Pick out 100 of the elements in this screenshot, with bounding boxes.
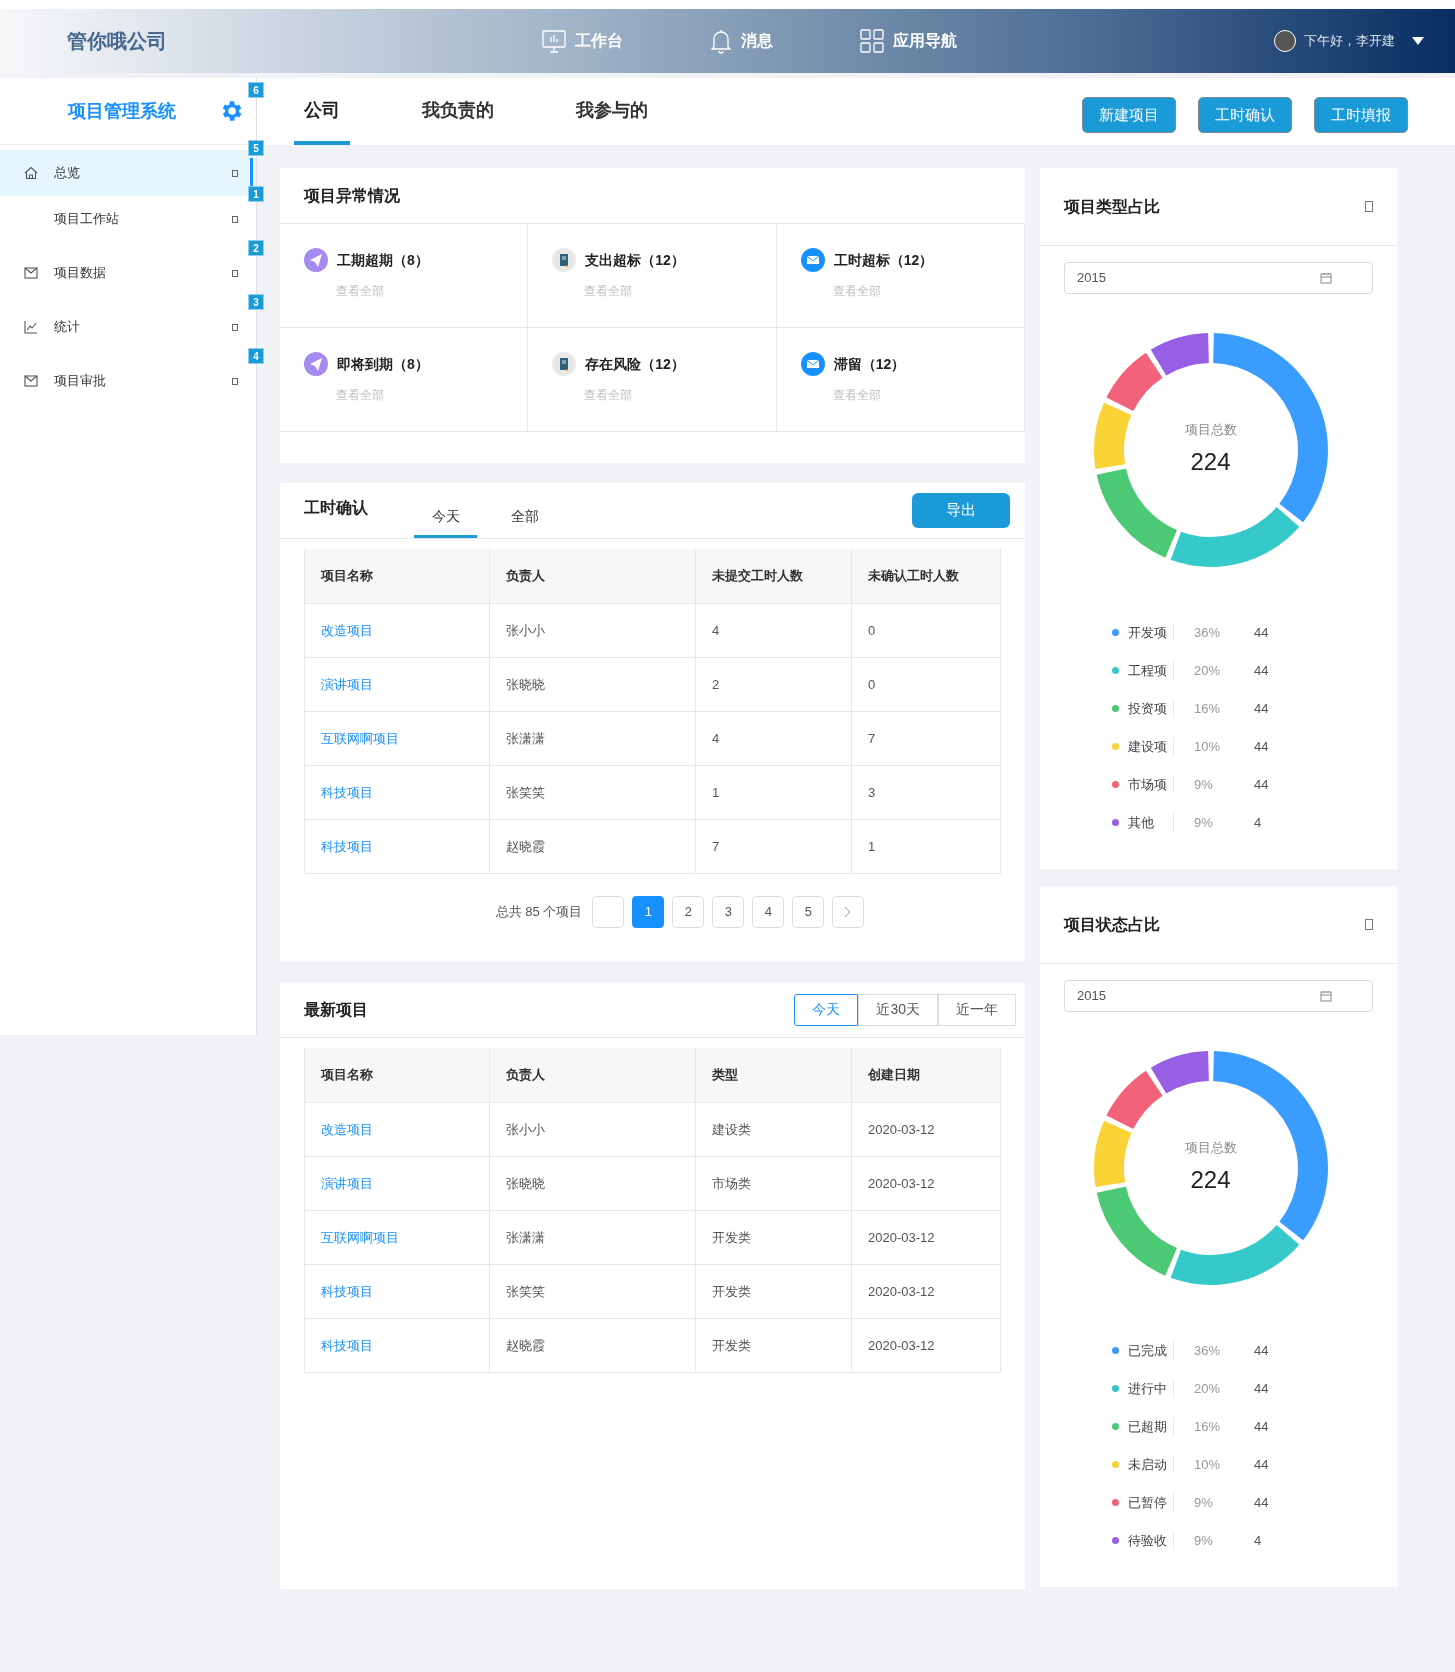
column-header: 类型 bbox=[696, 1048, 852, 1102]
legend-percent: 9% bbox=[1194, 1531, 1214, 1550]
book-icon bbox=[552, 352, 577, 376]
table-cell: 3 bbox=[852, 766, 1001, 819]
table-cell: 2020-03-12 bbox=[852, 1319, 1001, 1372]
table-cell: 开发类 bbox=[696, 1211, 852, 1264]
project-link[interactable]: 科技项目 bbox=[321, 1335, 373, 1356]
square-icon bbox=[232, 169, 238, 177]
square-icon[interactable] bbox=[1365, 201, 1373, 212]
year-picker[interactable]: 2015 bbox=[1064, 980, 1373, 1012]
project-link[interactable]: 改造项目 bbox=[321, 620, 373, 641]
tab[interactable]: 公司 bbox=[294, 79, 350, 145]
project-link[interactable]: 演讲项目 bbox=[321, 674, 373, 695]
legend-count: 44 bbox=[1254, 1417, 1269, 1436]
anomaly-tile[interactable]: 工期超期（8） 查看全部 bbox=[280, 224, 529, 328]
page-button[interactable]: 5 bbox=[792, 896, 825, 928]
legend-label: 投资项 bbox=[1128, 698, 1174, 719]
mail-icon bbox=[24, 375, 38, 387]
view-all-link[interactable]: 查看全部 bbox=[336, 386, 528, 404]
bell-icon bbox=[709, 28, 733, 54]
square-icon bbox=[232, 323, 238, 331]
table-cell: 市场类 bbox=[696, 1157, 852, 1210]
table-cell: 0 bbox=[852, 658, 1001, 711]
book-icon bbox=[552, 248, 577, 272]
anomaly-tile[interactable]: 工时超标（12） 查看全部 bbox=[776, 224, 1025, 328]
tab[interactable]: 我参与的 bbox=[566, 79, 658, 145]
envelope-icon bbox=[800, 248, 825, 272]
anomaly-label: 支出超标（12） bbox=[585, 250, 685, 270]
table-cell: 赵晓霞 bbox=[490, 1319, 696, 1372]
view-all-link[interactable]: 查看全部 bbox=[832, 386, 1024, 404]
anomaly-label: 工期超期（8） bbox=[337, 250, 429, 270]
export-button[interactable]: 导出 bbox=[912, 493, 1010, 528]
anomaly-tile[interactable]: 支出超标（12） 查看全部 bbox=[528, 224, 777, 328]
monitor-icon bbox=[541, 28, 567, 54]
header-button[interactable]: 工时确认 bbox=[1198, 97, 1292, 133]
number-badge: 2 bbox=[248, 240, 264, 256]
legend-label: 市场项 bbox=[1128, 774, 1174, 795]
table-cell: 开发类 bbox=[696, 1265, 852, 1318]
square-icon bbox=[232, 269, 238, 277]
page-button[interactable]: 1 bbox=[632, 896, 665, 928]
table-cell: 1 bbox=[696, 766, 852, 819]
square-icon[interactable] bbox=[1365, 919, 1373, 930]
chart-center-label: 项目总数 bbox=[1184, 1139, 1237, 1158]
header-button[interactable]: 工时填报 bbox=[1314, 97, 1408, 133]
legend-label: 工程项 bbox=[1128, 660, 1174, 681]
calendar-icon bbox=[1320, 990, 1332, 1002]
range-button[interactable]: 近30天 bbox=[858, 993, 938, 1026]
caret-down-icon[interactable] bbox=[1411, 36, 1425, 46]
column-header: 项目名称 bbox=[305, 549, 490, 603]
card-title: 最新项目 bbox=[304, 999, 368, 1020]
project-link[interactable]: 互联网啊项目 bbox=[321, 1227, 399, 1248]
project-link[interactable]: 科技项目 bbox=[321, 836, 373, 857]
chart-center-value: 224 bbox=[1190, 446, 1231, 477]
total-count: 总共 85 个项目 bbox=[495, 903, 583, 922]
legend-percent: 10% bbox=[1194, 737, 1222, 756]
number-badge: 5 bbox=[248, 140, 264, 156]
tab[interactable]: 全部 bbox=[493, 498, 556, 538]
legend-percent: 36% bbox=[1194, 623, 1222, 642]
card-title: 项目异常情况 bbox=[304, 185, 400, 206]
range-button[interactable]: 近一年 bbox=[938, 993, 1016, 1026]
legend-label: 其他 bbox=[1128, 812, 1174, 833]
legend-label: 未启动 bbox=[1128, 1454, 1174, 1475]
top-nav-link[interactable]: 应用导航 bbox=[859, 28, 957, 54]
view-all-link[interactable]: 查看全部 bbox=[584, 282, 776, 300]
table-cell: 2 bbox=[696, 658, 852, 711]
top-nav-link[interactable]: 工作台 bbox=[541, 28, 623, 54]
legend-label: 进行中 bbox=[1128, 1378, 1174, 1399]
header-button[interactable]: 新建项目 bbox=[1082, 97, 1176, 133]
page-button[interactable]: 2 bbox=[672, 896, 705, 928]
table-cell: 张晓晓 bbox=[490, 1157, 696, 1210]
legend-label: 已完成 bbox=[1128, 1340, 1174, 1361]
column-header: 创建日期 bbox=[852, 1048, 1001, 1102]
page-button[interactable]: 4 bbox=[752, 896, 785, 928]
anomaly-tile[interactable]: 即将到期（8） 查看全部 bbox=[280, 328, 529, 432]
view-all-link[interactable]: 查看全部 bbox=[336, 282, 528, 300]
project-link[interactable]: 改造项目 bbox=[321, 1119, 373, 1140]
tab[interactable]: 今天 bbox=[414, 498, 477, 538]
top-nav-link[interactable]: 消息 bbox=[709, 28, 773, 54]
anomaly-tile[interactable]: 存在风险（12） 查看全部 bbox=[528, 328, 777, 432]
range-button[interactable]: 今天 bbox=[794, 993, 859, 1026]
column-header: 负责人 bbox=[490, 1048, 696, 1102]
project-link[interactable]: 科技项目 bbox=[321, 1281, 373, 1302]
legend-percent: 36% bbox=[1194, 1341, 1222, 1360]
project-link[interactable]: 科技项目 bbox=[321, 782, 373, 803]
project-link[interactable]: 互联网啊项目 bbox=[321, 728, 399, 749]
donut-segment bbox=[1150, 333, 1209, 376]
avatar[interactable] bbox=[1274, 30, 1296, 52]
tab[interactable]: 我负责的 bbox=[412, 79, 504, 145]
year-picker[interactable]: 2015 bbox=[1064, 262, 1373, 294]
page-button[interactable]: 3 bbox=[712, 896, 745, 928]
card-title: 项目类型占比 bbox=[1064, 196, 1160, 217]
project-link[interactable]: 演讲项目 bbox=[321, 1173, 373, 1194]
anomaly-tile[interactable]: 滞留（12） 查看全部 bbox=[776, 328, 1025, 432]
view-all-link[interactable]: 查看全部 bbox=[584, 386, 776, 404]
view-all-link[interactable]: 查看全部 bbox=[832, 282, 1024, 300]
legend-percent: 20% bbox=[1194, 661, 1222, 680]
table-cell: 7 bbox=[852, 712, 1001, 765]
legend-label: 开发项 bbox=[1128, 622, 1174, 643]
card-title: 项目状态占比 bbox=[1064, 914, 1160, 935]
square-icon bbox=[232, 377, 238, 385]
